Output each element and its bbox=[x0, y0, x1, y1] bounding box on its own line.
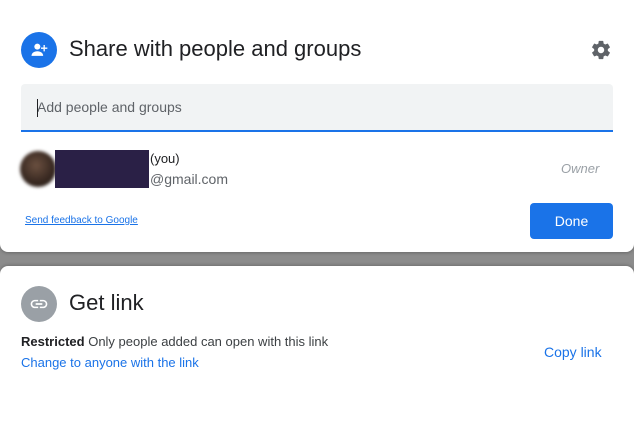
text-caret bbox=[37, 99, 38, 117]
settings-button[interactable] bbox=[588, 37, 614, 63]
access-description: Restricted Only people added can open wi… bbox=[21, 334, 328, 349]
done-button[interactable]: Done bbox=[530, 203, 613, 239]
user-name: (you) bbox=[150, 151, 180, 166]
user-email: @gmail.com bbox=[150, 171, 229, 187]
share-title: Share with people and groups bbox=[69, 36, 362, 61]
add-people-field[interactable] bbox=[21, 84, 613, 132]
person-add-icon bbox=[21, 32, 57, 68]
owner-role-label: Owner bbox=[561, 161, 600, 176]
change-access-link[interactable]: Change to anyone with the link bbox=[21, 355, 199, 370]
redacted-name bbox=[55, 150, 149, 188]
access-level-label: Restricted bbox=[21, 334, 85, 349]
copy-link-button[interactable]: Copy link bbox=[544, 344, 602, 360]
gear-icon bbox=[592, 40, 610, 60]
add-people-input[interactable] bbox=[37, 84, 597, 130]
link-icon bbox=[21, 286, 57, 322]
send-feedback-link[interactable]: Send feedback to Google bbox=[25, 215, 138, 226]
get-link-title: Get link bbox=[69, 290, 144, 315]
access-description-text: Only people added can open with this lin… bbox=[88, 334, 329, 349]
share-dialog: Share with people and groups (you) @gmai… bbox=[0, 0, 634, 252]
avatar bbox=[20, 151, 56, 187]
